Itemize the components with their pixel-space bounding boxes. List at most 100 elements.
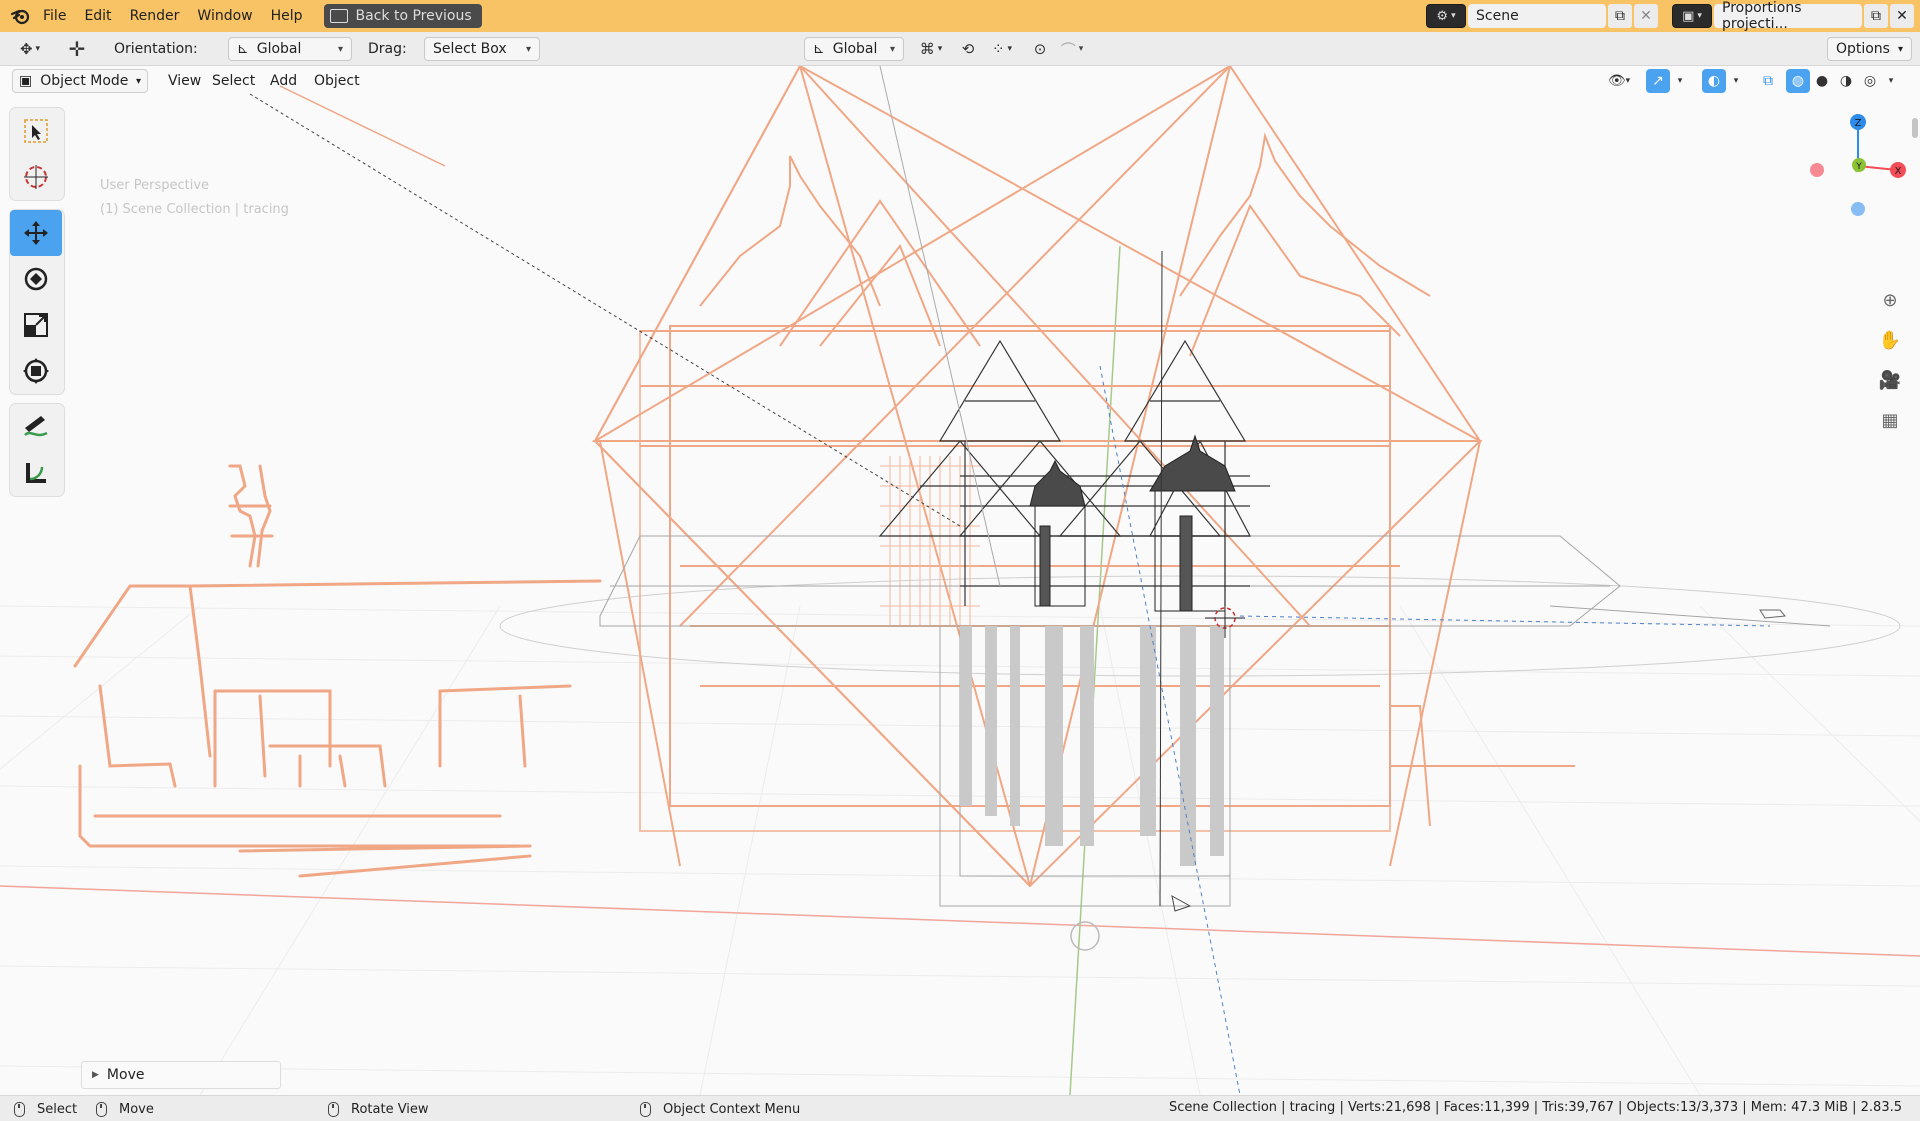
- collection-label: (1) Scene Collection | tracing: [100, 202, 289, 217]
- cursor-tool[interactable]: [10, 154, 62, 200]
- solid-shading-icon[interactable]: ●: [1810, 69, 1834, 93]
- move-arrows-icon: [24, 221, 48, 245]
- zoom-icon[interactable]: ⊕: [1872, 282, 1908, 318]
- menu-file[interactable]: File: [34, 0, 75, 32]
- select-box-tool[interactable]: [10, 108, 62, 154]
- navigation-controls: ⊕ ✋ 🎥 ▦: [1872, 282, 1912, 442]
- status-select: Select: [14, 1100, 77, 1118]
- orientation-label: Orientation:: [114, 41, 198, 57]
- visibility-eye-icon[interactable]: 👁 ▾: [1600, 69, 1638, 93]
- rotate-tool[interactable]: [10, 256, 62, 302]
- camera-view-icon[interactable]: 🎥: [1872, 362, 1908, 398]
- view-layer-name-field[interactable]: Proportions projecti...: [1714, 0, 1862, 32]
- status-select-label: Select: [37, 1101, 78, 1117]
- last-operation-panel[interactable]: ▶ Move: [81, 1061, 281, 1089]
- measure-tool[interactable]: [10, 450, 62, 496]
- status-move: Move: [96, 1100, 154, 1118]
- mouse-right-icon: [640, 1101, 651, 1117]
- mouse-middle-icon: [328, 1101, 339, 1117]
- annotate-pencil-icon: [24, 416, 48, 437]
- pivot-point-icon[interactable]: ⌘ ▾: [912, 37, 950, 61]
- menu-render[interactable]: Render: [121, 0, 189, 32]
- rendered-shading-icon[interactable]: ◎: [1858, 69, 1882, 93]
- mouse-left-icon: [14, 1101, 25, 1117]
- options-dropdown[interactable]: Options ▾: [1826, 37, 1912, 61]
- wireframe-shading-icon[interactable]: ◍: [1786, 69, 1810, 93]
- transform-orientation-dropdown[interactable]: ⊾ Global ▾: [804, 37, 904, 61]
- overlays-options-chevron-icon[interactable]: ▾: [1728, 69, 1744, 93]
- snap-element-icon[interactable]: ⁘ ▾: [984, 37, 1020, 61]
- material-shading-icon[interactable]: ◑: [1834, 69, 1858, 93]
- move-gizmo-icon: ✛: [68, 37, 86, 61]
- cursor-select-icon: [24, 119, 48, 143]
- view-menu[interactable]: View: [160, 69, 209, 93]
- viewport-header: ▣ Object Mode ▾ View Select Add Object 👁…: [0, 66, 1920, 96]
- drag-label: Drag:: [368, 41, 407, 57]
- move-tool[interactable]: [10, 210, 62, 256]
- scene-icon: ⚙: [1436, 8, 1449, 24]
- object-mode-icon: ▣: [19, 73, 33, 89]
- gizmo-x-label: X: [1895, 166, 1902, 177]
- scale-tool[interactable]: [10, 302, 62, 348]
- drag-dropdown[interactable]: Select Box ▾: [424, 37, 540, 61]
- annotate-tool[interactable]: [10, 404, 62, 450]
- gizmo-toggle-icon[interactable]: ↗: [1646, 69, 1670, 93]
- object-menu[interactable]: Object: [306, 69, 368, 93]
- gizmo-y-label: Y: [1855, 162, 1862, 172]
- status-context-menu: Object Context Menu: [640, 1100, 800, 1118]
- gizmo-z-label: Z: [1855, 118, 1862, 129]
- 3d-viewport[interactable]: User Perspective (1) Scene Collection | …: [0, 66, 1920, 1095]
- navigation-gizmo[interactable]: Z X Y: [1800, 106, 1910, 226]
- status-rotate-view-label: Rotate View: [351, 1101, 429, 1117]
- status-rotate-view: Rotate View: [328, 1100, 429, 1118]
- pan-hand-icon[interactable]: ✋: [1872, 322, 1908, 358]
- ortho-grid-icon[interactable]: ▦: [1872, 402, 1908, 438]
- snap-toggle-icon[interactable]: ⟲: [956, 37, 980, 61]
- perspective-label: User Perspective: [100, 178, 210, 193]
- tool-settings-bar: ✥ ▾ ✛ Orientation: ⊾ Global ▾ Drag: Selec…: [0, 32, 1920, 66]
- object-mode-dropdown[interactable]: ▣ Object Mode ▾: [12, 69, 148, 93]
- scale-icon: [24, 313, 48, 337]
- new-scene-icon[interactable]: ⧉: [1608, 4, 1632, 28]
- status-context-menu-label: Object Context Menu: [663, 1101, 801, 1117]
- menu-edit[interactable]: Edit: [75, 0, 120, 32]
- options-label: Options: [1835, 41, 1890, 57]
- blender-logo-icon[interactable]: [6, 2, 34, 30]
- new-view-layer-icon[interactable]: ⧉: [1864, 4, 1888, 28]
- menu-window[interactable]: Window: [188, 0, 261, 32]
- back-to-previous-button[interactable]: Back to Previous: [323, 4, 482, 28]
- chevron-down-icon: ▾: [889, 43, 895, 55]
- transform-orientation-value: Global: [832, 41, 878, 57]
- shading-options-chevron-icon[interactable]: ▾: [1882, 69, 1900, 93]
- viewport-info-overlay: User Perspective (1) Scene Collection | …: [100, 174, 289, 222]
- overlays-toggle-icon[interactable]: ◐: [1702, 69, 1726, 93]
- view-layer-browse-button[interactable]: ▣ ▾: [1672, 4, 1712, 28]
- measure-ruler-icon: [26, 463, 46, 483]
- xray-toggle-icon[interactable]: ⧉: [1756, 69, 1780, 93]
- falloff-icon[interactable]: ⌒ ▾: [1054, 37, 1090, 61]
- chevron-down-icon: ▾: [525, 43, 531, 55]
- view-layer-icon: ▣: [1682, 8, 1695, 24]
- transform-icon: [23, 358, 49, 384]
- status-move-label: Move: [119, 1101, 154, 1117]
- proportional-edit-icon[interactable]: ⊙: [1028, 37, 1052, 61]
- remove-view-layer-icon[interactable]: ✕: [1890, 4, 1914, 28]
- select-menu[interactable]: Select: [204, 69, 263, 93]
- remove-scene-icon[interactable]: ✕: [1634, 4, 1658, 28]
- gizmo-options-chevron-icon[interactable]: ▾: [1672, 69, 1688, 93]
- add-menu[interactable]: Add: [262, 69, 305, 93]
- tool-settings-icon[interactable]: ✥ ▾: [10, 37, 50, 61]
- chevron-down-icon: ▾: [1897, 43, 1903, 55]
- scene-name-field[interactable]: Scene: [1468, 4, 1606, 28]
- top-menu-bar: File Edit Render Window Help Back to Pre…: [0, 0, 1920, 32]
- mouse-drag-icon: [96, 1101, 107, 1117]
- tool-shelf: [10, 108, 64, 506]
- expand-triangle-icon: ▶: [92, 1070, 99, 1080]
- chevron-down-icon: ▾: [135, 75, 141, 87]
- scene-browse-button[interactable]: ⚙ ▾: [1426, 4, 1466, 28]
- viewport-scrollbar[interactable]: [1912, 118, 1918, 138]
- status-bar: Select Move Rotate View Object Context M…: [0, 1095, 1920, 1121]
- transform-tool[interactable]: [10, 348, 62, 394]
- menu-help[interactable]: Help: [262, 0, 312, 32]
- orientation-dropdown[interactable]: ⊾ Global ▾: [228, 37, 352, 61]
